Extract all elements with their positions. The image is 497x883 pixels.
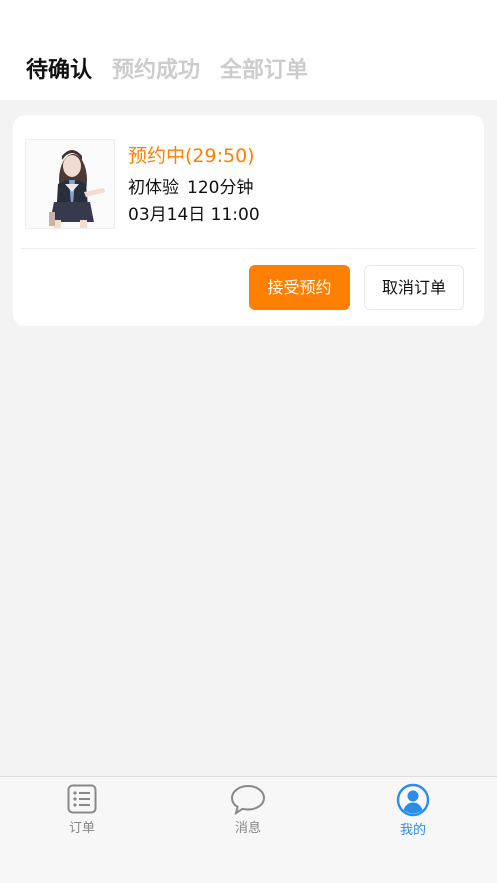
tabbar-item-profile[interactable]: 我的 bbox=[368, 783, 458, 838]
tabbar-item-messages[interactable]: 消息 bbox=[203, 783, 293, 836]
order-thumbnail bbox=[25, 139, 115, 229]
tab-pending-confirmation[interactable]: 待确认 bbox=[26, 56, 92, 86]
order-service: 初体验 120分钟 bbox=[128, 176, 253, 200]
list-icon bbox=[67, 784, 97, 814]
tabbar-item-orders[interactable]: 订单 bbox=[37, 783, 127, 836]
bottom-tab-bar: 订单 消息 我的 bbox=[0, 776, 497, 883]
tabbar-label-profile: 我的 bbox=[399, 823, 426, 838]
user-icon bbox=[396, 783, 430, 817]
tabbar-label-orders: 订单 bbox=[68, 821, 95, 836]
tab-all-orders[interactable]: 全部订单 bbox=[220, 56, 308, 86]
order-datetime: 03月14日 11:00 bbox=[128, 205, 260, 225]
order-status: 预约中(29:50) bbox=[128, 145, 255, 167]
tab-booking-successful[interactable]: 预约成功 bbox=[112, 56, 200, 86]
service-name: 初体验 bbox=[128, 178, 179, 198]
top-header: 待确认 预约成功 全部订单 bbox=[0, 0, 497, 100]
tabbar-label-messages: 消息 bbox=[234, 821, 261, 836]
accept-booking-button[interactable]: 接受预约 bbox=[249, 265, 350, 310]
service-duration: 120分钟 bbox=[187, 178, 254, 198]
order-card: 预约中(29:50) 初体验 120分钟 03月14日 11:00 接受预约 取消… bbox=[13, 115, 484, 326]
cancel-order-button[interactable]: 取消订单 bbox=[364, 265, 464, 310]
chat-bubble-icon bbox=[230, 784, 266, 815]
order-tabs: 待确认 预约成功 全部订单 bbox=[26, 56, 328, 86]
card-divider bbox=[21, 248, 476, 249]
